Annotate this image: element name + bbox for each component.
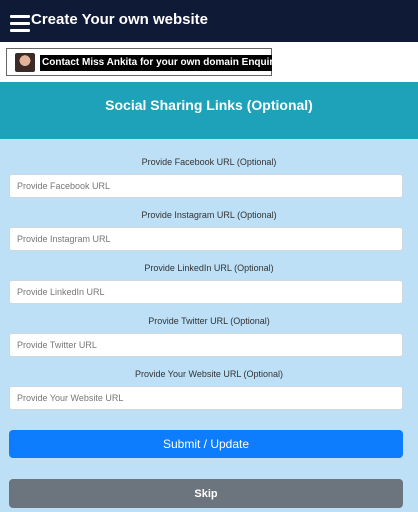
website-url-input[interactable] — [9, 386, 403, 410]
contact-banner[interactable]: Contact Miss Ankita for your own domain … — [6, 48, 272, 76]
instagram-url-input[interactable] — [9, 227, 403, 251]
instagram-url-label: Provide Instagram URL (Optional) — [141, 210, 277, 220]
banner-row: Contact Miss Ankita for your own domain … — [0, 42, 418, 82]
twitter-url-label: Provide Twitter URL (Optional) — [148, 316, 270, 326]
facebook-url-label: Provide Facebook URL (Optional) — [141, 157, 277, 167]
linkedin-url-label: Provide LinkedIn URL (Optional) — [144, 263, 274, 273]
app-title: Create Your own website — [31, 11, 208, 28]
section-title: Social Sharing Links (Optional) — [0, 82, 418, 139]
submit-update-button[interactable]: Submit / Update — [9, 430, 403, 458]
hamburger-menu-icon[interactable] — [10, 15, 30, 33]
linkedin-url-input[interactable] — [9, 280, 403, 304]
skip-button[interactable]: Skip — [9, 479, 403, 508]
twitter-url-input[interactable] — [9, 333, 403, 357]
website-url-label: Provide Your Website URL (Optional) — [134, 369, 284, 379]
top-bar: Create Your own website — [0, 0, 418, 42]
avatar — [15, 53, 35, 72]
facebook-url-input[interactable] — [9, 174, 403, 198]
banner-text: Contact Miss Ankita for your own domain … — [40, 55, 272, 71]
